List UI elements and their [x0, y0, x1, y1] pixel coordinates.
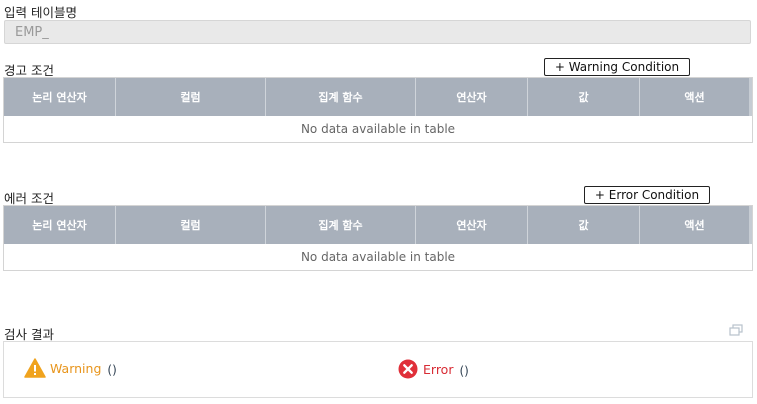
error-icon	[398, 359, 418, 379]
input-table-field[interactable]: EMP_	[4, 20, 751, 44]
column-header-logical-operator[interactable]: 논리 연산자	[4, 78, 116, 116]
column-header-column[interactable]: 컬럼	[116, 78, 266, 116]
add-warning-condition-button[interactable]: + Warning Condition	[544, 58, 690, 76]
add-error-condition-button[interactable]: + Error Condition	[584, 186, 710, 204]
column-header-operator[interactable]: 연산자	[416, 78, 528, 116]
error-conditions-table: 논리 연산자 컬럼 집계 함수 연산자 값 액션 No data availab…	[3, 205, 753, 271]
error-result: Error ()	[398, 359, 469, 379]
column-header-value[interactable]: 값	[528, 206, 640, 244]
error-count: ()	[459, 363, 469, 378]
column-header-action[interactable]: 액션	[640, 206, 752, 244]
warning-icon	[24, 358, 46, 378]
empty-table-message: No data available in table	[300, 250, 456, 264]
warning-conditions-table: 논리 연산자 컬럼 집계 함수 연산자 값 액션 No data availab…	[3, 77, 753, 143]
table-header: 논리 연산자 컬럼 집계 함수 연산자 값 액션	[4, 206, 752, 244]
column-header-action[interactable]: 액션	[640, 78, 752, 116]
input-table-label: 입력 테이블명	[4, 5, 77, 20]
column-header-operator[interactable]: 연산자	[416, 206, 528, 244]
warning-result-label: Warning	[50, 360, 102, 376]
column-header-column[interactable]: 컬럼	[116, 206, 266, 244]
result-panel: Warning () Error ()	[3, 341, 753, 398]
column-header-value[interactable]: 값	[528, 78, 640, 116]
warning-count: ()	[107, 362, 117, 377]
column-header-aggregate-function[interactable]: 집계 함수	[266, 78, 416, 116]
table-header: 논리 연산자 컬럼 집계 함수 연산자 값 액션	[4, 78, 752, 116]
empty-table-message: No data available in table	[300, 122, 456, 136]
column-header-aggregate-function[interactable]: 집계 함수	[266, 206, 416, 244]
warning-result: Warning ()	[24, 358, 117, 378]
error-result-label: Error	[423, 361, 454, 377]
expand-window-icon[interactable]	[729, 321, 743, 336]
column-header-logical-operator[interactable]: 논리 연산자	[4, 206, 116, 244]
